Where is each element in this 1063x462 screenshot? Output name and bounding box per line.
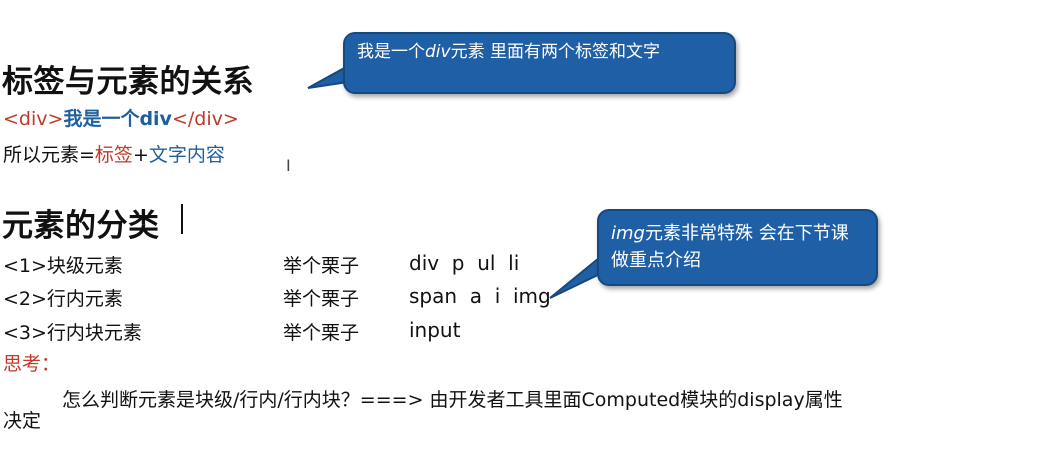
formula-tag: 标签 [94, 144, 133, 166]
item-2-label: <2>行内元素 [3, 288, 123, 310]
callout2-italic: img [611, 223, 645, 244]
question-text: 怎么判断元素是块级/行内/行内块？===> 由开发者工具里面Computed模块… [62, 389, 843, 411]
text-cursor [181, 204, 183, 234]
section-title-classification: 元素的分类 [2, 208, 160, 244]
code-open-tag: <div> [3, 108, 64, 130]
formula-text: 文字内容 [148, 144, 225, 166]
item-3-example-label: 举个栗子 [283, 322, 360, 344]
item-1-label: <1>块级元素 [3, 255, 123, 277]
item-2-examples: span a i img [409, 284, 551, 308]
question-text-continued: 决定 [3, 410, 42, 432]
formula-prefix: 所以元素= [3, 144, 95, 166]
item-2-example-label: 举个栗子 [283, 288, 360, 310]
text-cursor-icon: I [286, 156, 291, 175]
callout1-text-a: 我是一个 [357, 42, 425, 62]
callout-div-note: 我是一个div元素 里面有两个标签和文字 [343, 32, 736, 94]
callout1-text-b: 元素 里面有两个标签和文字 [450, 42, 660, 62]
formula-plus: + [132, 144, 149, 166]
code-close-tag: </div> [171, 108, 239, 130]
section-title-relationship: 标签与元素的关系 [2, 64, 254, 100]
code-content: 我是一个div [63, 108, 172, 130]
callout1-italic: div [425, 42, 451, 62]
element-formula: 所以元素=标签+文字内容 [3, 140, 225, 167]
item-1-examples: div p ul li [409, 251, 520, 275]
item-1-example-label: 举个栗子 [283, 255, 360, 277]
think-label: 思考： [3, 353, 61, 375]
item-3-examples: input [409, 318, 461, 342]
code-example: <div>我是一个div</div> [3, 104, 239, 131]
callout-img-note: img元素非常特殊 会在下节课做重点介绍 [597, 209, 878, 286]
item-3-label: <3>行内块元素 [3, 322, 142, 344]
callout2-text: 元素非常特殊 会在下节课做重点介绍 [611, 223, 849, 271]
